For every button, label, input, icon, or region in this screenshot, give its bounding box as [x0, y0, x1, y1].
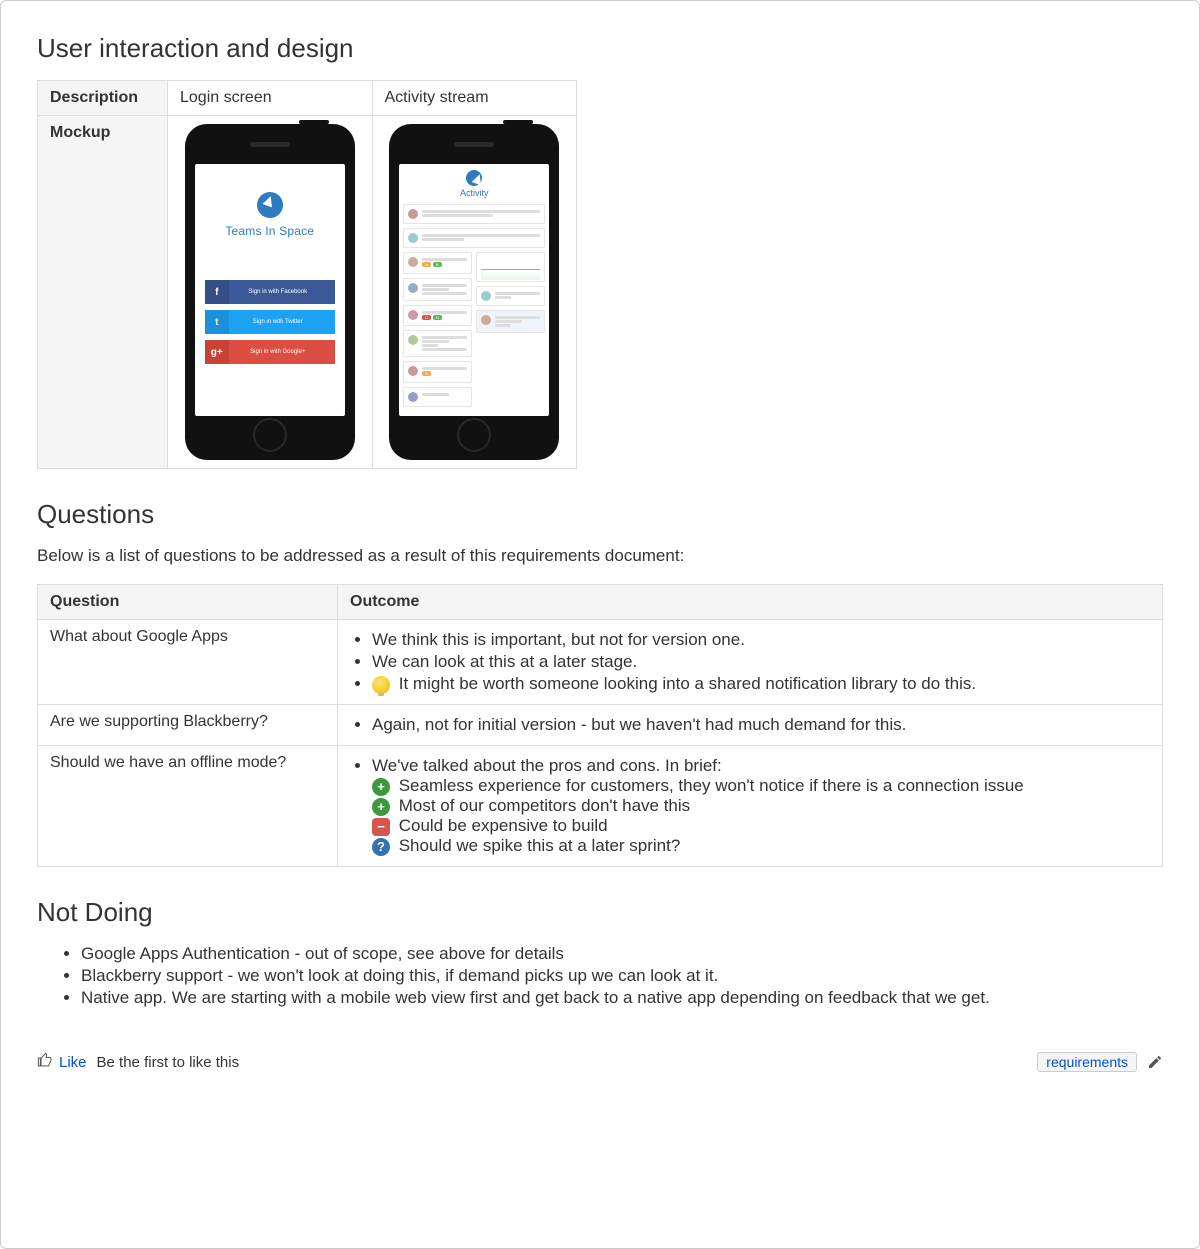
like-button[interactable]: Like	[37, 1052, 87, 1072]
outcome-item: We can look at this at a later stage.	[372, 652, 1150, 672]
qtable-header-question: Question	[38, 585, 338, 620]
list-item: Blackberry support - we won't look at do…	[81, 966, 1163, 986]
outcome-cell: We think this is important, but not for …	[338, 620, 1163, 705]
outcome-subitem: + Seamless experience for customers, the…	[372, 776, 1150, 796]
outcome-subitem: + Most of our competitors don't have thi…	[372, 796, 1150, 816]
google-plus-icon: g+	[205, 340, 229, 364]
outcome-cell: We've talked about the pros and cons. In…	[338, 746, 1163, 867]
plus-icon: +	[372, 778, 390, 796]
rocket-logo-icon	[466, 170, 482, 186]
phone-mockup-activity: Activity AB CD E	[389, 124, 559, 460]
page-footer: Like Be the first to like this requireme…	[37, 1052, 1163, 1072]
pencil-icon	[1147, 1057, 1163, 1074]
thumbs-up-icon	[37, 1052, 53, 1072]
q-icon: ?	[372, 838, 390, 856]
signin-facebook-button[interactable]: f Sign in with Facebook	[205, 280, 335, 304]
question-cell: Should we have an offline mode?	[38, 746, 338, 867]
edit-labels-button[interactable]	[1147, 1054, 1163, 1070]
table-row: Should we have an offline mode? We've tal…	[38, 746, 1163, 867]
outcome-item: We've talked about the pros and cons. In…	[372, 756, 1150, 856]
outcome-item: We think this is important, but not for …	[372, 630, 1150, 650]
document-page: User interaction and design Description …	[0, 0, 1200, 1249]
mockup-cell-activity: Activity AB CD E	[372, 116, 577, 469]
outcome-subitem: ? Should we spike this at a later sprint…	[372, 836, 1150, 856]
outcome-item: It might be worth someone looking into a…	[372, 674, 1150, 694]
signin-google-button[interactable]: g+ Sign in with Google+	[205, 340, 335, 364]
table-row: Are we supporting Blackberry? Again, not …	[38, 705, 1163, 746]
mockup-table: Description Login screen Activity stream…	[37, 80, 577, 469]
questions-table: Question Outcome What about Google AppsW…	[37, 584, 1163, 867]
mini-chart	[476, 252, 545, 282]
list-item: Google Apps Authentication - out of scop…	[81, 944, 1163, 964]
signin-google-label: Sign in with Google+	[229, 349, 335, 355]
mockup-rowheader-mockup: Mockup	[38, 116, 168, 469]
like-hint: Be the first to like this	[97, 1054, 240, 1071]
activity-title: Activity	[403, 188, 545, 198]
outcome-cell: Again, not for initial version - but we …	[338, 705, 1163, 746]
signin-twitter-label: Sign in with Twitter	[229, 319, 335, 325]
plus-icon: +	[372, 798, 390, 816]
heading-design: User interaction and design	[37, 33, 1163, 64]
mockup-cell-login: Teams In Space f Sign in with Facebook t…	[168, 116, 373, 469]
table-row: What about Google Apps We think this is i…	[38, 620, 1163, 705]
heading-questions: Questions	[37, 499, 1163, 530]
heading-notdoing: Not Doing	[37, 897, 1163, 928]
question-cell: What about Google Apps	[38, 620, 338, 705]
minus-icon: −	[372, 818, 390, 836]
qtable-header-outcome: Outcome	[338, 585, 1163, 620]
twitter-icon: t	[205, 310, 229, 334]
facebook-icon: f	[205, 280, 229, 304]
signin-facebook-label: Sign in with Facebook	[229, 289, 335, 295]
bulb-icon	[372, 676, 390, 694]
like-label: Like	[59, 1054, 87, 1071]
rocket-logo-icon	[257, 192, 283, 218]
label-requirements[interactable]: requirements	[1037, 1052, 1137, 1072]
signin-twitter-button[interactable]: t Sign in with Twitter	[205, 310, 335, 334]
phone-mockup-login: Teams In Space f Sign in with Facebook t…	[185, 124, 355, 460]
mockup-col-activity: Activity stream	[372, 81, 577, 116]
brand-text: Teams In Space	[195, 224, 345, 238]
mockup-col-login: Login screen	[168, 81, 373, 116]
question-cell: Are we supporting Blackberry?	[38, 705, 338, 746]
questions-intro: Below is a list of questions to be addre…	[37, 546, 1163, 566]
mockup-rowheader-description: Description	[38, 81, 168, 116]
outcome-subitem: − Could be expensive to build	[372, 816, 1150, 836]
notdoing-list: Google Apps Authentication - out of scop…	[37, 944, 1163, 1008]
list-item: Native app. We are starting with a mobil…	[81, 988, 1163, 1008]
outcome-item: Again, not for initial version - but we …	[372, 715, 1150, 735]
